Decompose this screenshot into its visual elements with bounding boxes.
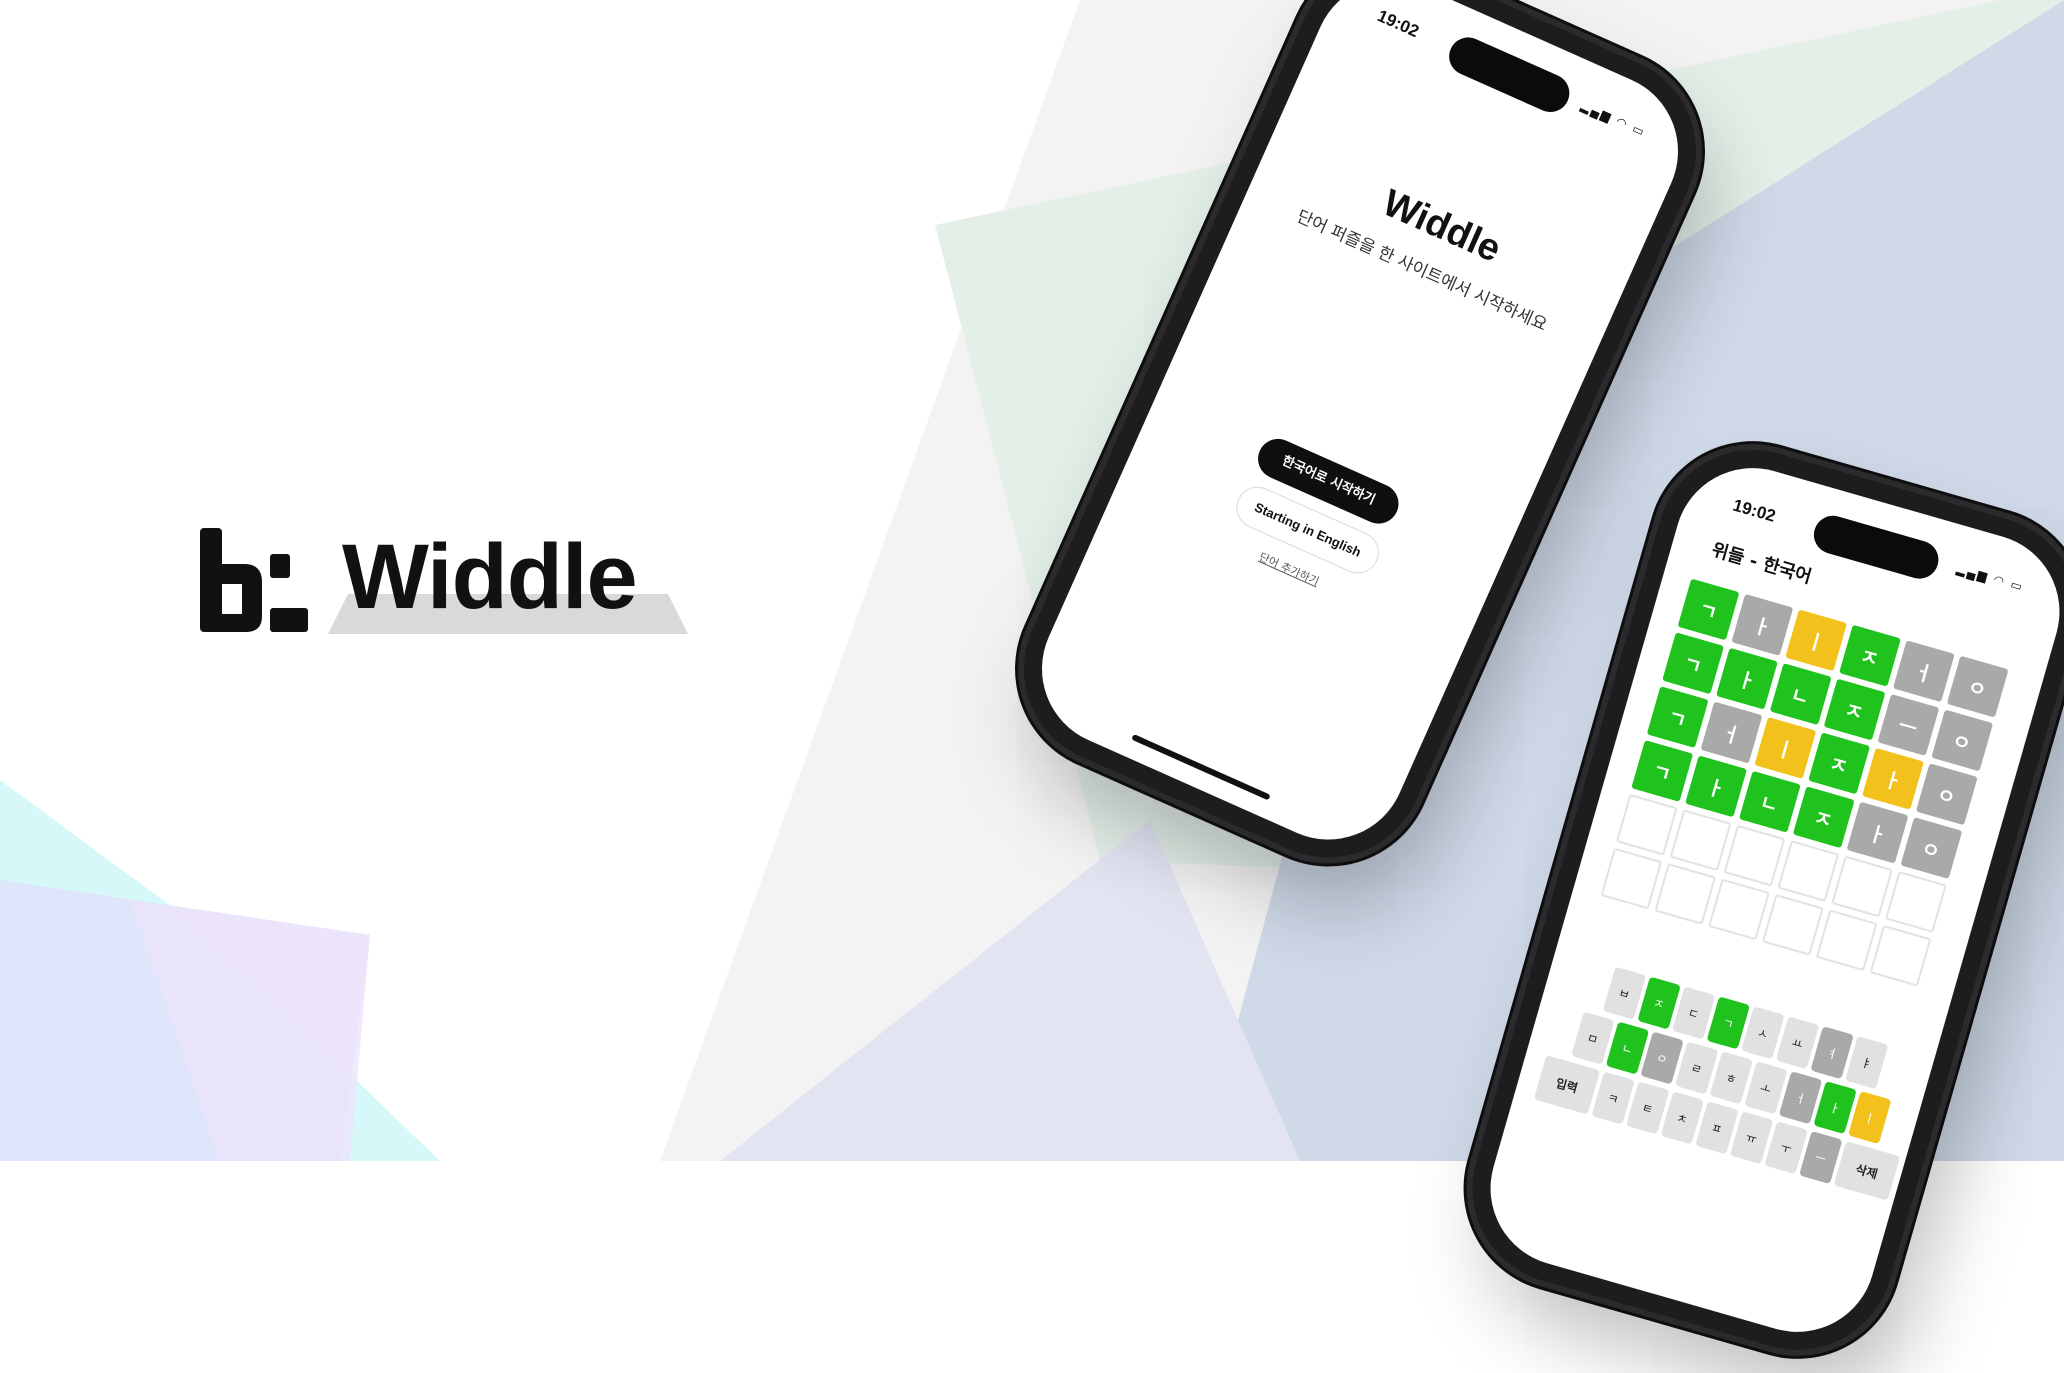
guess-grid: ㄱㅏㅣㅈㅓㅇㄱㅏㄴㅈㅡㅇㄱㅓㅣㅈㅏㅇㄱㅏㄴㅈㅏㅇ bbox=[1599, 578, 2009, 992]
wifi-icon: ◠ bbox=[1991, 572, 2008, 590]
grid-tile: ㅡ bbox=[1877, 694, 1940, 756]
grid-tile: ㄴ bbox=[1769, 663, 1832, 726]
grid-tile: ㅏ bbox=[1862, 747, 1924, 810]
grid-tile: ㄱ bbox=[1631, 739, 1694, 802]
grid-tile bbox=[1615, 793, 1678, 856]
grid-tile bbox=[1869, 924, 1932, 987]
brand-logo: Widdle bbox=[200, 526, 700, 668]
enter-key[interactable]: 입력 bbox=[1533, 1054, 1601, 1115]
grid-tile: ㅏ bbox=[1731, 593, 1794, 656]
grid-tile: ㅣ bbox=[1785, 609, 1848, 672]
grid-tile: ㅓ bbox=[1700, 701, 1763, 764]
battery-icon: ▭ bbox=[2009, 577, 2026, 595]
wifi-icon: ◠ bbox=[1613, 114, 1632, 132]
grid-tile: ㄴ bbox=[1738, 770, 1801, 833]
grid-tile: ㄱ bbox=[1646, 686, 1709, 749]
grid-tile: ㅇ bbox=[1900, 817, 1963, 880]
grid-tile: ㅣ bbox=[1754, 717, 1817, 779]
grid-tile bbox=[1723, 824, 1786, 887]
grid-tile: ㅈ bbox=[1808, 732, 1871, 795]
grid-tile: ㅇ bbox=[1931, 709, 1994, 772]
grid-tile bbox=[1761, 893, 1824, 956]
keyboard-key[interactable]: ㅣ bbox=[1847, 1091, 1892, 1145]
grid-tile bbox=[1777, 840, 1840, 902]
dynamic-island bbox=[1443, 31, 1576, 119]
on-screen-keyboard: ㅂㅈㄷㄱㅅㅛㅕㅑㅁㄴㅇㄹㅎㅗㅓㅏㅣ 입력 ㅋㅌㅊㅍㅠㅜㅡ 삭제 bbox=[1532, 955, 1929, 1206]
grid-tile bbox=[1708, 878, 1770, 941]
status-icons: ▂▄▆ ◠ ▭ bbox=[1955, 562, 2026, 595]
signal-icon: ▂▄▆ bbox=[1955, 561, 1991, 585]
delete-key[interactable]: 삭제 bbox=[1833, 1140, 1901, 1201]
grid-tile bbox=[1885, 870, 1947, 933]
status-time: 19:02 bbox=[1730, 495, 1778, 526]
status-icons: ▂▄▆ ◠ ▭ bbox=[1579, 98, 1648, 139]
dynamic-island bbox=[1809, 511, 1943, 584]
grid-tile: ㅏ bbox=[1685, 755, 1747, 818]
grid-tile: ㅏ bbox=[1715, 647, 1778, 710]
brand-name: Widdle bbox=[342, 526, 638, 628]
grid-tile: ㅈ bbox=[1792, 786, 1855, 849]
grid-tile bbox=[1654, 863, 1717, 925]
grid-tile: ㅏ bbox=[1846, 801, 1909, 864]
grid-tile: ㄱ bbox=[1662, 632, 1725, 695]
grid-tile: ㅓ bbox=[1892, 640, 1955, 703]
grid-tile bbox=[1600, 847, 1663, 910]
grid-tile: ㅇ bbox=[1915, 763, 1978, 826]
grid-tile bbox=[1815, 909, 1878, 972]
widdle-logo-icon bbox=[200, 528, 308, 632]
game-title: 위들 - 한국어 bbox=[1709, 539, 1814, 589]
grid-tile: ㅈ bbox=[1839, 624, 1901, 687]
grid-tile bbox=[1831, 855, 1894, 918]
grid-tile bbox=[1669, 809, 1732, 872]
status-time: 19:02 bbox=[1374, 6, 1422, 42]
battery-icon: ▭ bbox=[1630, 121, 1649, 140]
grid-tile: ㅈ bbox=[1823, 678, 1886, 741]
grid-tile: ㅇ bbox=[1946, 655, 2009, 718]
keyboard-key[interactable]: ㅑ bbox=[1845, 1036, 1889, 1090]
signal-icon: ▂▄▆ bbox=[1578, 98, 1615, 125]
grid-tile: ㄱ bbox=[1677, 578, 1740, 641]
